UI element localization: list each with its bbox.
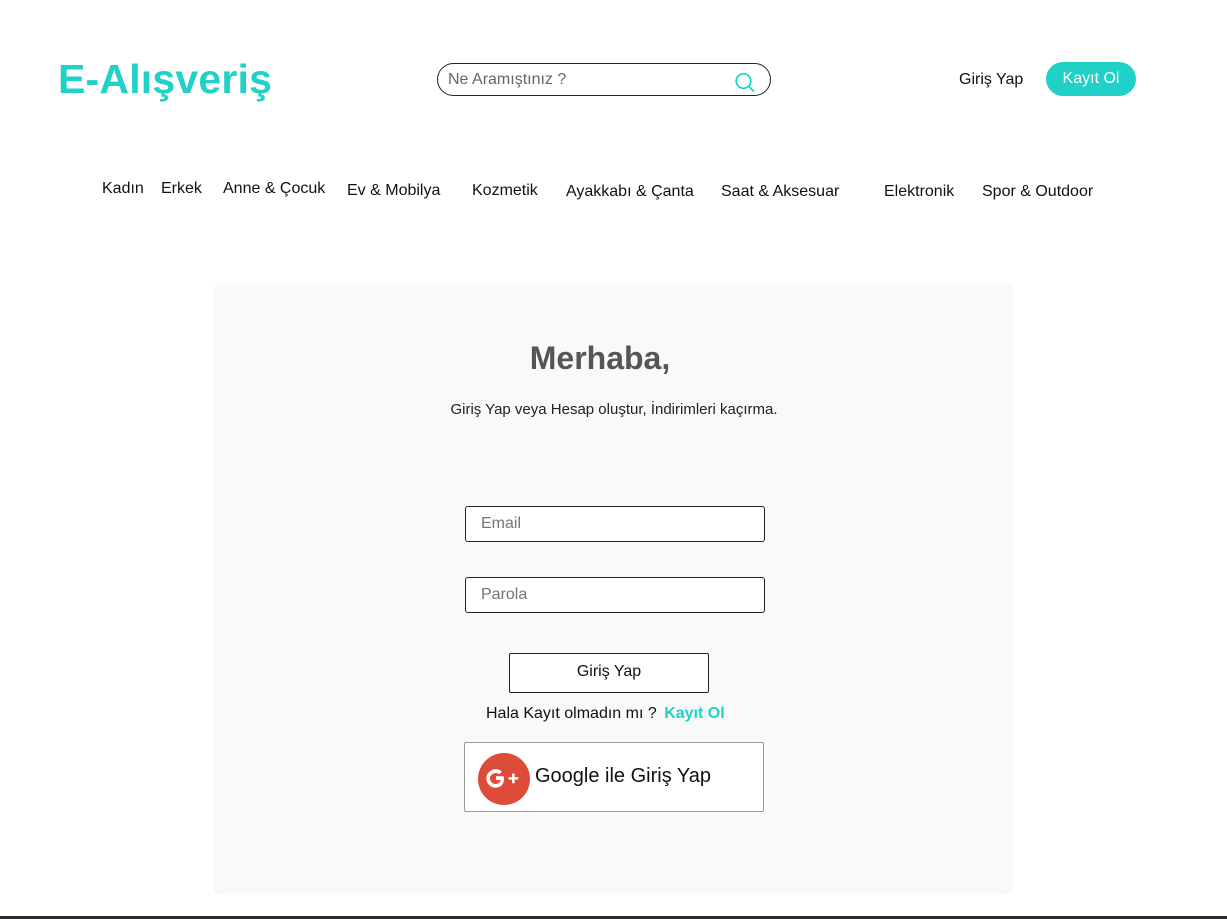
google-login-label: Google ile Giriş Yap (535, 765, 712, 787)
login-title: Merhaba, (529, 340, 671, 376)
category-kadin[interactable]: Kadın (102, 180, 144, 198)
category-erkek[interactable]: Erkek (161, 180, 202, 198)
category-ayakkabi-canta[interactable]: Ayakkabı & Çanta (566, 183, 694, 201)
category-saat-aksesuar[interactable]: Saat & Aksesuar (721, 183, 839, 201)
password-field[interactable] (465, 577, 765, 613)
search-input[interactable] (448, 68, 718, 92)
google-login-button[interactable]: Google ile Giriş Yap (464, 742, 764, 812)
search-icon[interactable] (733, 70, 757, 94)
category-kozmetik[interactable]: Kozmetik (472, 182, 538, 200)
site-logo[interactable]: E-Alışveriş (58, 56, 272, 103)
email-field[interactable] (465, 506, 765, 542)
header-signup-button[interactable]: Kayıt Ol (1046, 62, 1136, 96)
signup-link[interactable]: Kayıt Ol (664, 705, 724, 722)
search-bar[interactable] (437, 63, 771, 96)
signup-prompt-text: Hala Kayıt olmadın mı ? (486, 705, 657, 722)
signup-prompt: Hala Kayıt olmadın mı ? Kayıt Ol (486, 705, 725, 723)
category-anne-cocuk[interactable]: Anne & Çocuk (223, 180, 325, 198)
category-spor-outdoor[interactable]: Spor & Outdoor (982, 183, 1093, 201)
category-elektronik[interactable]: Elektronik (884, 183, 954, 201)
login-subtitle: Giriş Yap veya Hesap oluştur, İndirimler… (450, 401, 778, 418)
google-plus-icon (478, 753, 530, 805)
header-login-link[interactable]: Giriş Yap (959, 71, 1023, 89)
category-ev-mobilya[interactable]: Ev & Mobilya (347, 182, 440, 200)
login-submit-button[interactable]: Giriş Yap (509, 653, 709, 693)
